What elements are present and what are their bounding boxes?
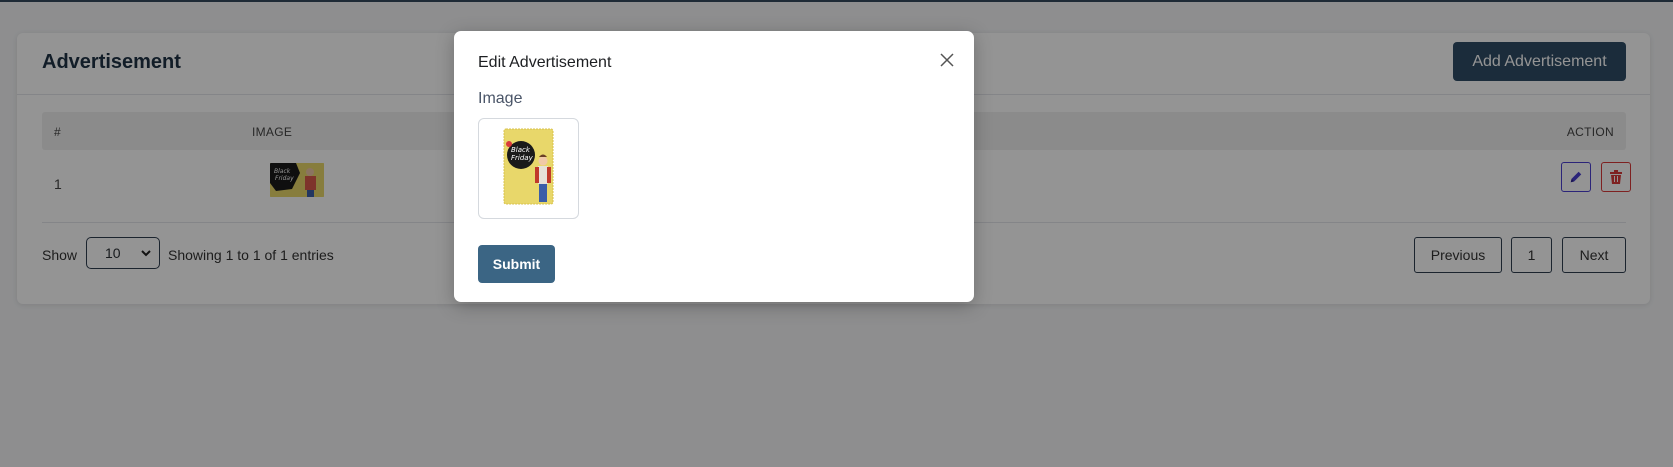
close-button[interactable] [936, 49, 958, 71]
svg-text:Friday: Friday [511, 154, 534, 162]
modal-title: Edit Advertisement [478, 54, 612, 71]
image-preview[interactable]: Black Friday [478, 118, 579, 219]
edit-advertisement-modal: Edit Advertisement Image Black Friday Su… [454, 31, 974, 302]
image-field-label: Image [478, 90, 523, 107]
ad-preview-image: Black Friday [503, 128, 554, 205]
close-icon [940, 53, 954, 67]
svg-text:Black: Black [511, 146, 531, 154]
submit-button[interactable]: Submit [478, 245, 555, 283]
